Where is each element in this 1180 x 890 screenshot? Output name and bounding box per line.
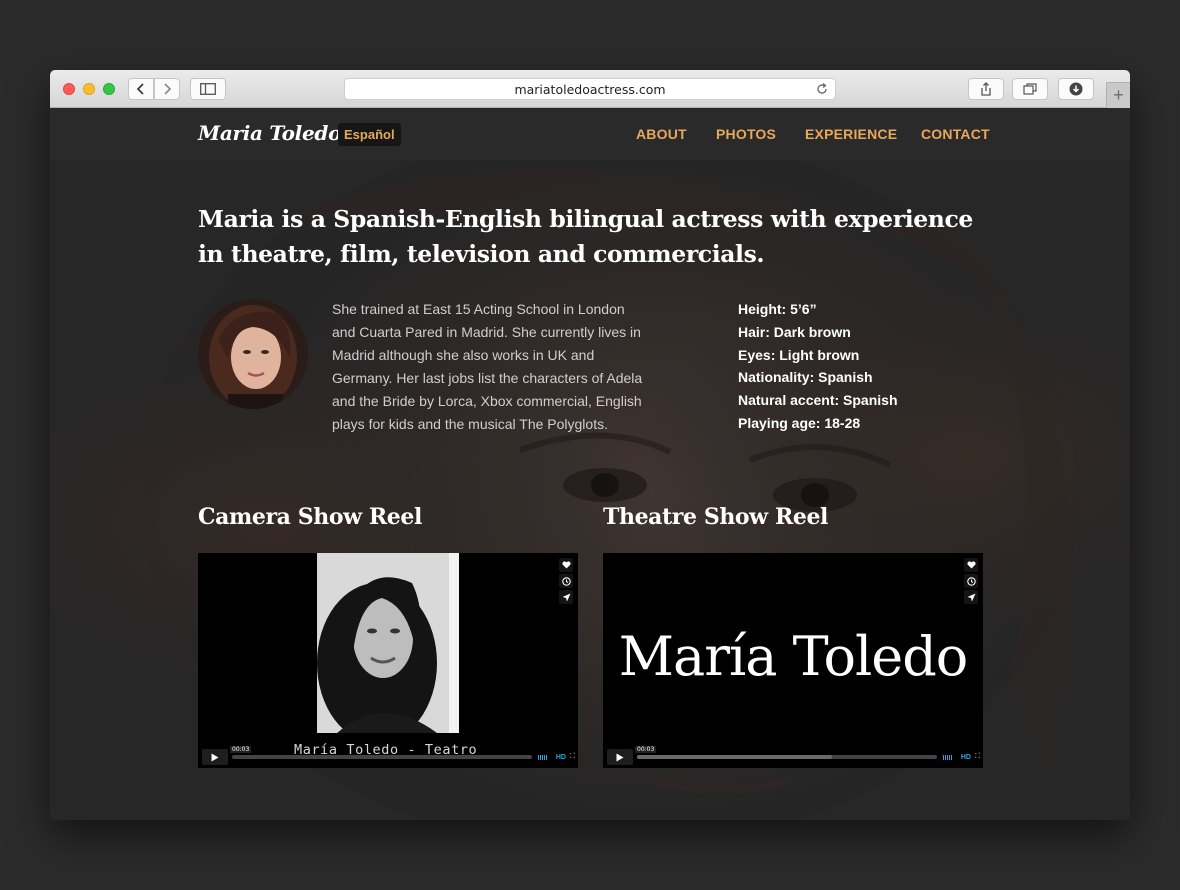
tabs-button[interactable] (1012, 78, 1048, 100)
nav-photos[interactable]: PHOTOS (716, 126, 776, 142)
video-frame-portrait (317, 553, 459, 733)
stat-nationality: Nationality: Spanish (738, 369, 873, 386)
clock-icon (966, 576, 976, 586)
like-button[interactable] (559, 558, 573, 572)
avatar (198, 299, 308, 409)
address-bar-url: mariatoledoactress.com (514, 81, 666, 97)
stat-eyes: Eyes: Light brown (738, 346, 860, 363)
intro-headline: Maria is a Spanish-English bilingual act… (198, 205, 973, 268)
send-icon (562, 593, 570, 601)
hd-toggle[interactable]: HD (556, 754, 566, 761)
play-icon (211, 753, 219, 761)
tabs-icon (1023, 83, 1037, 95)
nav-about[interactable]: ABOUT (636, 126, 687, 142)
clock-icon (561, 576, 571, 586)
video-title-overlay: María Toledo (618, 625, 969, 688)
plus-icon: + (1113, 85, 1124, 105)
back-icon (136, 83, 144, 95)
share-video-button[interactable] (964, 590, 978, 604)
browser-window: mariatoledoactress.com + Maria Toledo Es… (50, 70, 1130, 820)
back-button[interactable] (128, 78, 154, 100)
heart-icon (561, 561, 571, 569)
new-tab-button[interactable]: + (1106, 82, 1130, 108)
browser-toolbar: mariatoledoactress.com + (50, 70, 1130, 108)
play-icon (616, 753, 624, 761)
theatre-reel-title: Theatre Show Reel (603, 504, 829, 530)
nav-contact[interactable]: CONTACT (921, 126, 990, 142)
play-button[interactable] (202, 749, 228, 765)
stat-hair: Hair: Dark brown (738, 323, 851, 340)
fullscreen-icon[interactable]: ⛶ (570, 753, 575, 761)
stat-playing-age: Playing age: 18-28 (738, 414, 861, 431)
actor-stats: Height: 5’6” Hair: Dark brown Eyes: Ligh… (738, 298, 898, 435)
close-window-button[interactable] (63, 83, 75, 95)
bio-text: She trained at East 15 Acting School in … (332, 301, 643, 432)
send-icon (967, 593, 975, 601)
address-bar[interactable]: mariatoledoactress.com (344, 78, 836, 100)
sidebar-icon (200, 83, 216, 95)
stat-accent: Natural accent: Spanish (738, 392, 898, 409)
forward-button[interactable] (154, 78, 180, 100)
fullscreen-icon[interactable]: ⛶ (975, 753, 980, 761)
video-progress-bar[interactable] (232, 755, 532, 759)
language-switch-button[interactable]: Español (338, 123, 401, 146)
video-time: 00:03 (635, 746, 657, 753)
web-page: Maria Toledo Español ABOUT PHOTOS EXPERI… (50, 108, 1130, 820)
video-progress-bar[interactable] (637, 755, 937, 759)
share-video-button[interactable] (559, 590, 573, 604)
hd-toggle[interactable]: HD (961, 754, 971, 761)
download-button[interactable] (1058, 78, 1094, 100)
site-logo[interactable]: Maria Toledo (198, 121, 341, 145)
zoom-window-button[interactable] (103, 83, 115, 95)
volume-icon[interactable] (538, 755, 548, 760)
like-button[interactable] (964, 558, 978, 572)
watch-later-button[interactable] (964, 574, 978, 588)
camera-reel-title: Camera Show Reel (198, 504, 422, 530)
site-header: Maria Toledo Español ABOUT PHOTOS EXPERI… (50, 108, 1130, 160)
watch-later-button[interactable] (559, 574, 573, 588)
minimize-window-button[interactable] (83, 83, 95, 95)
download-icon (1069, 82, 1083, 96)
heart-icon (966, 561, 976, 569)
video-time: 00:03 (230, 746, 252, 753)
camera-reel-video[interactable]: María Toledo - Teatro 00:03 HD ⛶ (198, 553, 578, 768)
nav-experience[interactable]: EXPERIENCE (805, 126, 897, 142)
theatre-reel-video[interactable]: María Toledo 00:03 HD ⛶ (603, 553, 983, 768)
stat-height: Height: 5’6” (738, 301, 817, 317)
share-icon (981, 82, 991, 96)
share-button[interactable] (968, 78, 1004, 100)
play-button[interactable] (607, 749, 633, 765)
reload-icon[interactable] (815, 82, 829, 96)
volume-icon[interactable] (943, 755, 953, 760)
forward-icon (164, 83, 172, 95)
sidebar-button[interactable] (190, 78, 226, 100)
